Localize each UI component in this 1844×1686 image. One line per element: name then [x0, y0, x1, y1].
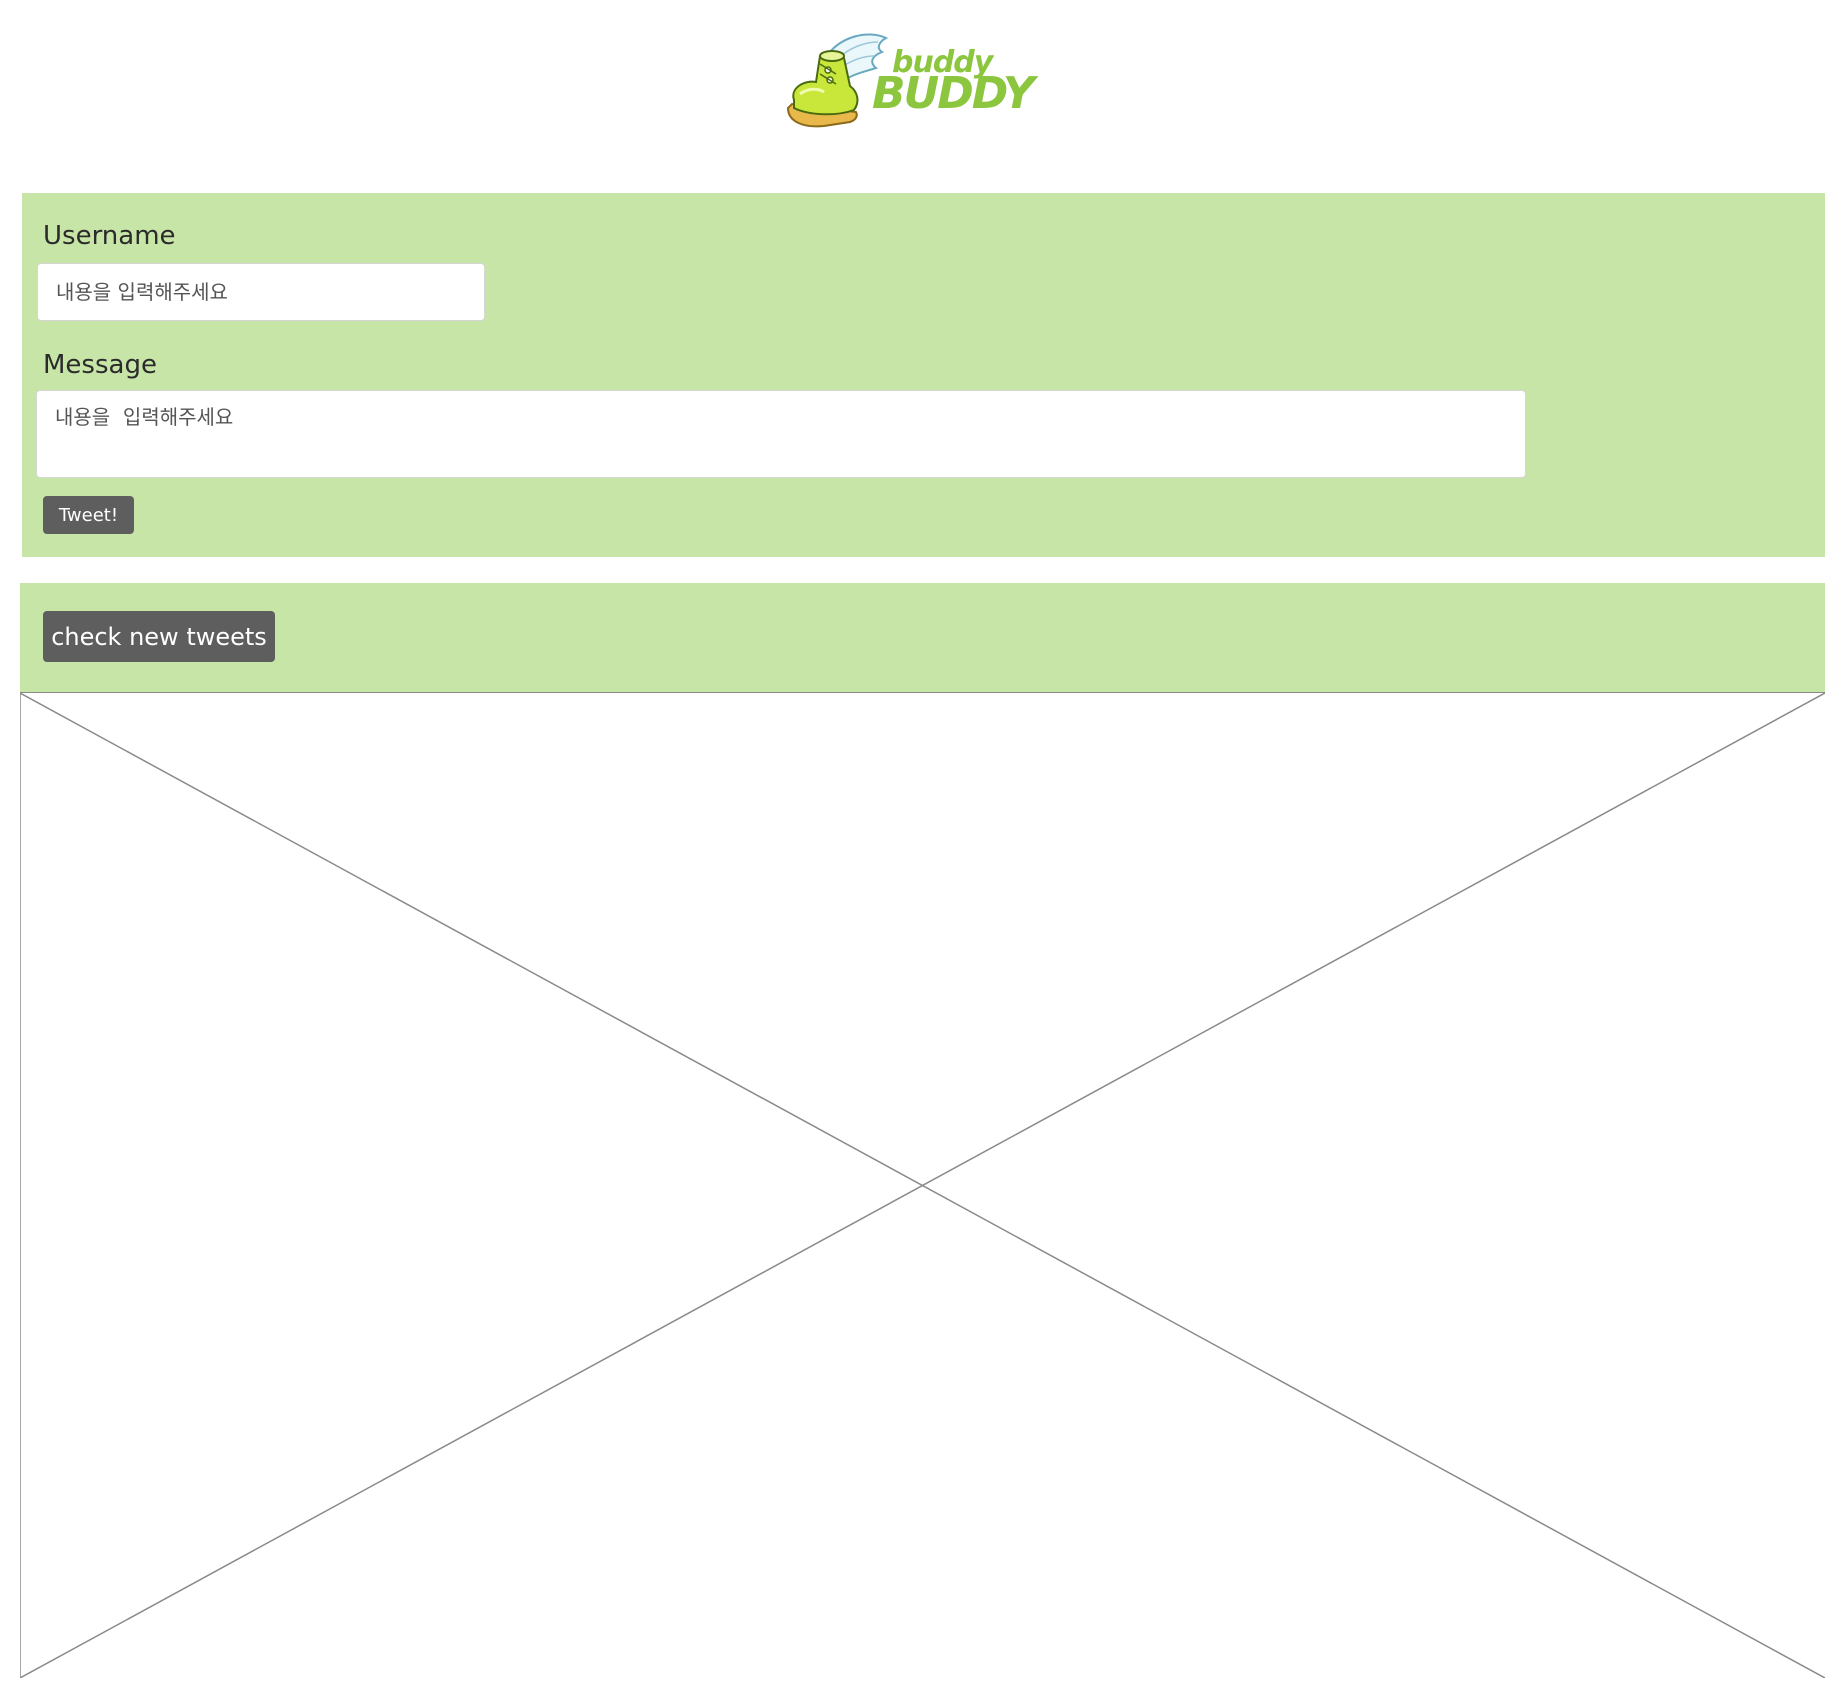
- check-new-tweets-button[interactable]: check new tweets: [43, 611, 275, 662]
- message-label: Message: [43, 350, 157, 380]
- placeholder-cross-icon: [20, 693, 1825, 1678]
- buddy-logo: buddy BUDDY: [784, 30, 1035, 130]
- tweet-button[interactable]: Tweet!: [43, 496, 134, 534]
- page: buddy BUDDY Username Message Tweet! chec…: [0, 0, 1844, 1686]
- username-input[interactable]: [37, 263, 485, 321]
- compose-form: Username Message Tweet!: [22, 193, 1825, 557]
- check-tweets-bar: check new tweets: [20, 583, 1825, 693]
- tweet-feed-placeholder: [20, 693, 1825, 1678]
- brand-big-text: BUDDY: [872, 68, 1035, 119]
- message-textarea[interactable]: [36, 390, 1526, 478]
- username-label: Username: [43, 221, 176, 251]
